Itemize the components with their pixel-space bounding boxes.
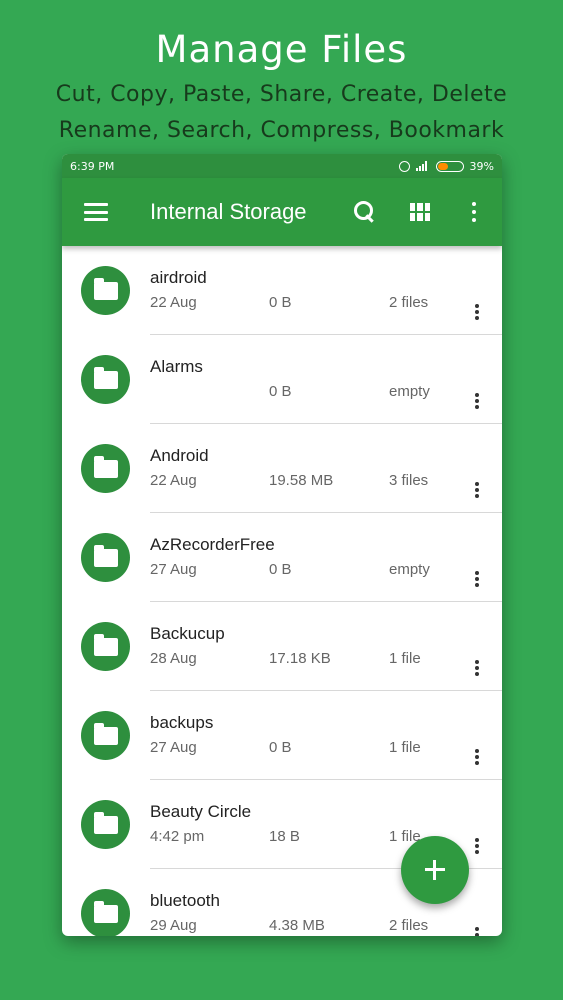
file-row[interactable]: backups 27 Aug 0 B 1 file	[62, 691, 502, 780]
folder-icon	[81, 533, 130, 582]
file-count: 2 files	[389, 294, 429, 311]
search-icon[interactable]	[354, 201, 376, 223]
file-count: 1 file	[389, 650, 421, 667]
file-name: airdroid	[150, 268, 207, 287]
signal-icon	[415, 161, 430, 171]
phone-screen: 6:39 PM 39% Internal Storage airdroid 22…	[62, 154, 502, 936]
file-row[interactable]: Alarms 0 B empty	[62, 335, 502, 424]
row-overflow-menu-icon[interactable]	[475, 571, 479, 587]
file-size: 0 B	[269, 383, 292, 400]
alarm-icon	[398, 160, 410, 172]
plus-icon	[425, 860, 445, 880]
status-icons: 39%	[398, 159, 494, 173]
file-size: 4.38 MB	[269, 917, 325, 934]
menu-icon[interactable]	[84, 203, 108, 221]
file-date: 27 Aug	[150, 739, 197, 756]
app-toolbar: Internal Storage	[62, 178, 502, 246]
file-date: 22 Aug	[150, 294, 197, 311]
overflow-menu-icon[interactable]	[472, 202, 476, 222]
file-count: empty	[389, 383, 430, 400]
folder-icon	[81, 800, 130, 849]
row-overflow-menu-icon[interactable]	[475, 304, 479, 320]
battery-percent: 39%	[469, 159, 494, 173]
battery-icon	[435, 160, 464, 172]
promo-features-line-2: Rename, Search, Compress, Bookmark	[58, 118, 505, 143]
file-count: 2 files	[389, 917, 429, 934]
file-size: 0 B	[269, 294, 292, 311]
file-size: 0 B	[269, 739, 292, 756]
file-size: 18 B	[269, 828, 300, 845]
row-overflow-menu-icon[interactable]	[475, 393, 479, 409]
grid-view-icon[interactable]	[410, 203, 430, 221]
file-row[interactable]: AzRecorderFree 27 Aug 0 B empty	[62, 513, 502, 602]
file-name: AzRecorderFree	[150, 535, 275, 554]
folder-icon	[81, 444, 130, 493]
file-size: 17.18 KB	[269, 650, 331, 667]
file-count: 1 file	[389, 739, 421, 756]
file-size: 19.58 MB	[269, 472, 334, 489]
row-overflow-menu-icon[interactable]	[475, 749, 479, 765]
file-row[interactable]: Backucup 28 Aug 17.18 KB 1 file	[62, 602, 502, 691]
file-count: empty	[389, 561, 430, 578]
row-overflow-menu-icon[interactable]	[475, 927, 479, 936]
file-name: Android	[150, 446, 209, 465]
status-time: 6:39 PM	[70, 159, 115, 173]
promo-features-line-1: Cut, Copy, Paste, Share, Create, Delete	[55, 82, 508, 107]
file-list: airdroid 22 Aug 0 B 2 files Alarms 0 B e…	[62, 246, 502, 936]
folder-icon	[81, 622, 130, 671]
file-date: 22 Aug	[150, 472, 197, 489]
file-count: 3 files	[389, 472, 429, 489]
file-name: Backucup	[150, 624, 225, 643]
folder-icon	[81, 711, 130, 760]
file-name: Alarms	[150, 357, 203, 376]
file-row[interactable]: Android 22 Aug 19.58 MB 3 files	[62, 424, 502, 513]
file-date: 4:42 pm	[150, 828, 205, 845]
file-row[interactable]: airdroid 22 Aug 0 B 2 files	[62, 246, 502, 335]
add-fab-button[interactable]	[401, 836, 469, 904]
promo-title: Manage Files	[155, 28, 408, 71]
folder-icon	[81, 355, 130, 404]
row-overflow-menu-icon[interactable]	[475, 838, 479, 854]
battery-fill	[437, 162, 448, 170]
file-date: 27 Aug	[150, 561, 197, 578]
file-name: backups	[150, 713, 214, 732]
toolbar-title: Internal Storage	[150, 199, 307, 224]
file-name: bluetooth	[150, 891, 220, 910]
folder-icon	[81, 889, 130, 936]
file-size: 0 B	[269, 561, 292, 578]
file-date: 28 Aug	[150, 650, 197, 667]
file-name: Beauty Circle	[150, 802, 252, 821]
row-overflow-menu-icon[interactable]	[475, 660, 479, 676]
row-overflow-menu-icon[interactable]	[475, 482, 479, 498]
file-date: 29 Aug	[150, 917, 197, 934]
status-bar: 6:39 PM 39%	[62, 154, 502, 178]
folder-icon	[81, 266, 130, 315]
